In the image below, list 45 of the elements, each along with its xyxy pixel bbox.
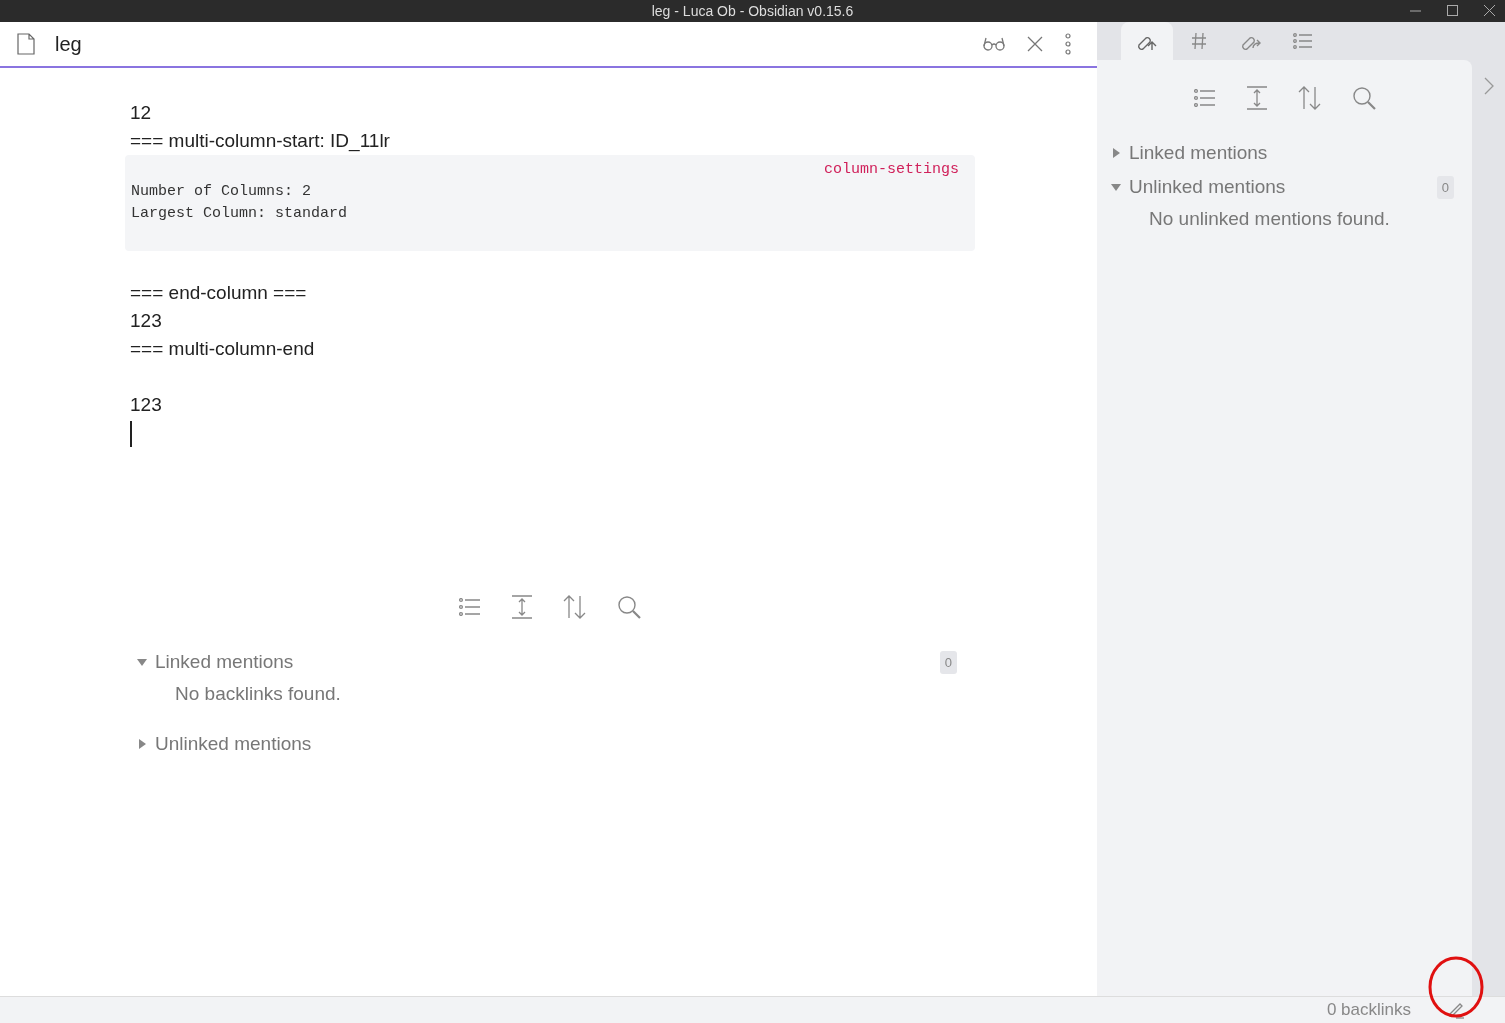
- empty-message: No backlinks found.: [174, 682, 342, 706]
- note-title[interactable]: leg: [55, 32, 82, 56]
- list-icon: [1293, 33, 1313, 49]
- search-icon[interactable]: [617, 595, 641, 619]
- code-language-label: column-settings: [822, 160, 959, 180]
- annotation-circle: [1427, 955, 1485, 1019]
- search-icon[interactable]: [1351, 86, 1376, 110]
- caret-right-icon[interactable]: [1111, 148, 1121, 158]
- caret-down-icon[interactable]: [1111, 182, 1121, 192]
- maximize-icon[interactable]: [1447, 5, 1458, 16]
- window-title: leg - Luca Ob - Obsidian v0.15.6: [651, 3, 854, 19]
- list-icon[interactable]: [1193, 89, 1216, 107]
- count-badge: 0: [1436, 175, 1454, 199]
- section-title[interactable]: Linked mentions: [155, 651, 932, 673]
- editor-line: 123: [130, 309, 163, 333]
- sort-icon[interactable]: [1297, 86, 1322, 110]
- more-icon[interactable]: [1065, 33, 1071, 55]
- glasses-icon[interactable]: [983, 37, 1005, 51]
- caret-right-icon[interactable]: [137, 739, 147, 749]
- section-title[interactable]: Linked mentions: [1129, 142, 1454, 164]
- code-line: Number of Columns: 2: [131, 182, 313, 202]
- file-icon: [17, 33, 35, 55]
- sidebar-tab[interactable]: [1121, 22, 1173, 60]
- pencil-icon[interactable]: [1447, 1001, 1465, 1019]
- code-line: Largest Column: standard: [131, 204, 349, 224]
- editor-line: === multi-column-start: ID_11lr: [130, 129, 391, 154]
- chevron-right-icon[interactable]: [1483, 77, 1494, 95]
- close-icon[interactable]: [1484, 5, 1495, 16]
- editor-line: 12: [130, 101, 153, 125]
- section-title[interactable]: Unlinked mentions: [155, 733, 957, 755]
- caret-down-icon[interactable]: [137, 657, 147, 667]
- editor-line: 123: [130, 393, 163, 417]
- expand-icon[interactable]: [511, 595, 533, 619]
- sort-icon[interactable]: [563, 595, 587, 619]
- count-badge: 0: [939, 650, 957, 674]
- empty-message: No unlinked mentions found.: [1148, 207, 1391, 231]
- hash-icon: [1191, 32, 1207, 50]
- close-icon[interactable]: [1027, 36, 1043, 52]
- section-title[interactable]: Unlinked mentions: [1129, 176, 1429, 198]
- expand-icon[interactable]: [1245, 86, 1268, 110]
- editor-line: === multi-column-end: [130, 337, 316, 361]
- editor-line: === end-column ===: [130, 281, 308, 305]
- backlinks-count: 0 backlinks: [1326, 1000, 1411, 1020]
- list-icon[interactable]: [459, 598, 481, 616]
- text-cursor: [130, 421, 132, 447]
